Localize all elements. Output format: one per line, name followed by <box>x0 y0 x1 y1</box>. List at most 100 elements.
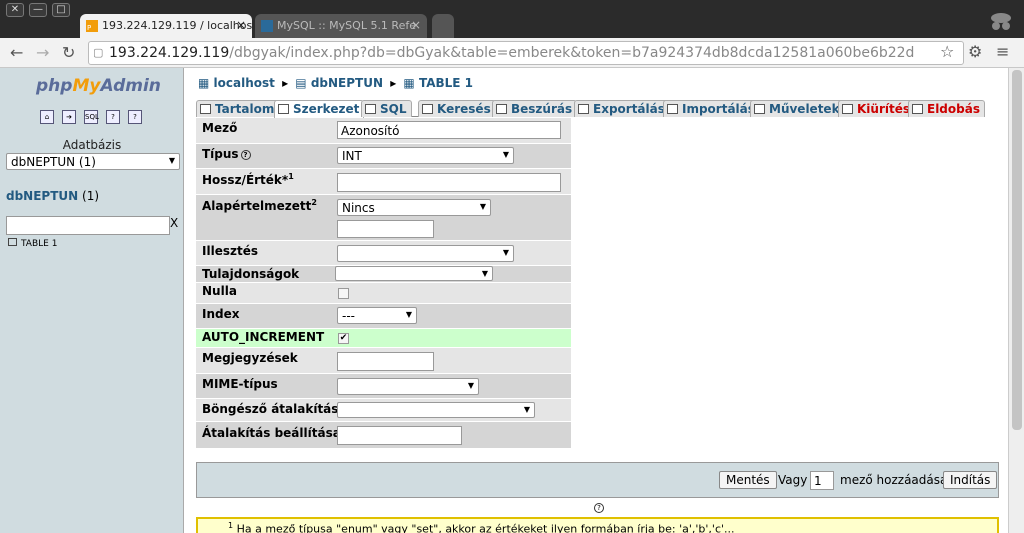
menu-icon[interactable]: ≡ <box>996 42 1009 61</box>
comments-label: Megjegyzések <box>202 351 298 365</box>
transform-options-label-text: Átalakítás beállításai <box>202 426 345 440</box>
default-select[interactable]: Nincs <box>337 199 491 216</box>
tab-label: Műveletek <box>769 102 840 116</box>
tab-label: Kiürítés <box>857 102 911 116</box>
tab-label: 193.224.129.119 / localhost <box>102 19 252 32</box>
operations-icon <box>754 104 765 114</box>
table-list-item[interactable]: TABLE 1 <box>8 238 57 249</box>
mime-label: MIME-típus <box>202 377 278 391</box>
form-row-length: Hossz/Érték*1 <box>196 169 571 194</box>
database-select[interactable]: dbNEPTUN (1) <box>6 153 180 170</box>
window-close-button[interactable]: ✕ <box>6 3 24 17</box>
auto-increment-label: AUTO_INCREMENT <box>202 330 325 344</box>
tab-insert[interactable]: Beszúrás <box>492 100 578 117</box>
browser-transform-select[interactable] <box>337 402 535 418</box>
tab-operations[interactable]: Műveletek <box>750 100 845 117</box>
tab-label: Szerkezet <box>293 102 360 116</box>
tab-label: SQL <box>380 102 407 116</box>
field-count-input[interactable]: 1 <box>810 471 834 490</box>
settings-gear-icon[interactable]: ⚙ <box>968 42 982 61</box>
footnote-marker: 1 <box>228 521 234 530</box>
reload-icon[interactable]: ↻ <box>62 43 75 62</box>
mime-select[interactable] <box>337 378 479 395</box>
breadcrumb-database[interactable]: dbNEPTUN <box>311 76 383 90</box>
new-tab-button[interactable] <box>432 14 454 38</box>
tab-export[interactable]: Exportálás <box>574 100 670 117</box>
docs-sql-icon[interactable]: ? <box>128 110 142 124</box>
tab-browse[interactable]: Tartalom <box>196 100 280 117</box>
type-label-text: Típus <box>202 147 239 161</box>
browser-toolbar: ← → ↻ ▢ 193.224.129.119/dbgyak/index.php… <box>0 38 1024 68</box>
exit-icon[interactable]: ➔ <box>62 110 76 124</box>
sql-icon <box>365 104 376 114</box>
tab-structure[interactable]: Szerkezet <box>274 100 365 118</box>
empty-icon <box>842 104 853 114</box>
length-input[interactable] <box>337 173 561 192</box>
tab-sql[interactable]: SQL <box>361 100 412 117</box>
page-scrollbar[interactable] <box>1008 68 1024 533</box>
forward-arrow-icon[interactable]: → <box>36 43 49 62</box>
breadcrumb-server[interactable]: localhost <box>214 76 275 90</box>
import-icon <box>667 104 678 114</box>
database-link[interactable]: dbNEPTUN <box>6 189 78 203</box>
form-row-null: Nulla <box>196 283 571 303</box>
index-label: Index <box>202 307 240 321</box>
tab-drop[interactable]: Eldobás <box>908 100 985 117</box>
address-bar[interactable]: ▢ 193.224.129.119/dbgyak/index.php?db=db… <box>88 41 964 65</box>
database-table-count: (1) <box>82 189 100 203</box>
footnote-marker: 2 <box>311 198 317 207</box>
index-select[interactable]: --- <box>337 307 417 324</box>
help-icon[interactable]: ? <box>240 150 251 160</box>
tab-label: Beszúrás <box>511 102 573 116</box>
transform-options-label: Átalakítás beállításai3 <box>196 422 351 448</box>
form-row-field: Mező Azonosító <box>196 118 571 143</box>
tab-search[interactable]: Keresés <box>418 100 496 117</box>
auto-increment-checkbox[interactable]: ✔ <box>338 333 349 344</box>
sql-icon[interactable]: SQL <box>84 110 99 124</box>
type-select[interactable]: INT <box>337 147 514 164</box>
browse-icon <box>200 104 211 114</box>
url-host: 193.224.129.119 <box>109 45 230 61</box>
back-arrow-icon[interactable]: ← <box>10 43 23 62</box>
logo-my: My <box>72 76 101 96</box>
save-button[interactable]: Mentés <box>719 471 777 489</box>
tab-label: Tartalom <box>215 102 275 116</box>
incognito-icon <box>991 13 1011 30</box>
collation-label: Illesztés <box>202 244 258 258</box>
tab-empty[interactable]: Kiürítés <box>838 100 916 117</box>
logo-admin: Admin <box>100 76 161 96</box>
main-pane: ▦ localhost ▸ ▤ dbNEPTUN ▸ ▦ TABLE 1 Tar… <box>184 68 1008 533</box>
type-label: Típus? <box>196 144 327 168</box>
transform-options-input[interactable] <box>337 426 462 445</box>
database-icon: ▤ <box>295 76 307 90</box>
comments-input[interactable] <box>337 352 434 371</box>
tab-import[interactable]: Importálás <box>663 100 760 117</box>
field-name-input[interactable]: Azonosító <box>337 121 561 139</box>
form-row-attributes: Tulajdonságok <box>196 266 571 282</box>
tab-mysql-docs[interactable]: MySQL :: MySQL 5.1 Refe × <box>255 14 427 38</box>
collation-select[interactable] <box>337 245 514 262</box>
tab-phpmyadmin[interactable]: P 193.224.129.119 / localhost × <box>80 14 252 38</box>
filter-clear-button[interactable]: X <box>170 216 178 230</box>
home-icon[interactable]: ⌂ <box>40 110 54 124</box>
attributes-label: Tulajdonságok <box>202 267 300 281</box>
docs-icon[interactable]: ? <box>106 110 120 124</box>
attributes-select[interactable] <box>335 266 493 281</box>
mysql-favicon-icon <box>261 20 273 32</box>
server-icon: ▦ <box>198 76 210 90</box>
length-label: Hossz/Érték*1 <box>196 169 327 194</box>
window-maximize-button[interactable]: □ <box>52 3 70 17</box>
default-value-input[interactable] <box>337 220 434 238</box>
table-icon <box>8 238 17 246</box>
tab-close-button[interactable]: × <box>411 18 421 32</box>
help-icon[interactable]: ? <box>594 503 604 513</box>
breadcrumb-table[interactable]: TABLE 1 <box>419 76 473 90</box>
bookmark-star-icon[interactable]: ☆ <box>940 42 954 61</box>
table-filter-input[interactable] <box>6 216 170 235</box>
null-checkbox[interactable] <box>338 288 349 299</box>
tab-close-button[interactable]: × <box>236 18 246 32</box>
scrollbar-thumb[interactable] <box>1012 70 1022 430</box>
go-button[interactable]: Indítás <box>943 471 998 489</box>
phpmyadmin-logo[interactable]: phpMyAdmin <box>36 76 161 96</box>
window-minimize-button[interactable]: — <box>29 3 47 17</box>
